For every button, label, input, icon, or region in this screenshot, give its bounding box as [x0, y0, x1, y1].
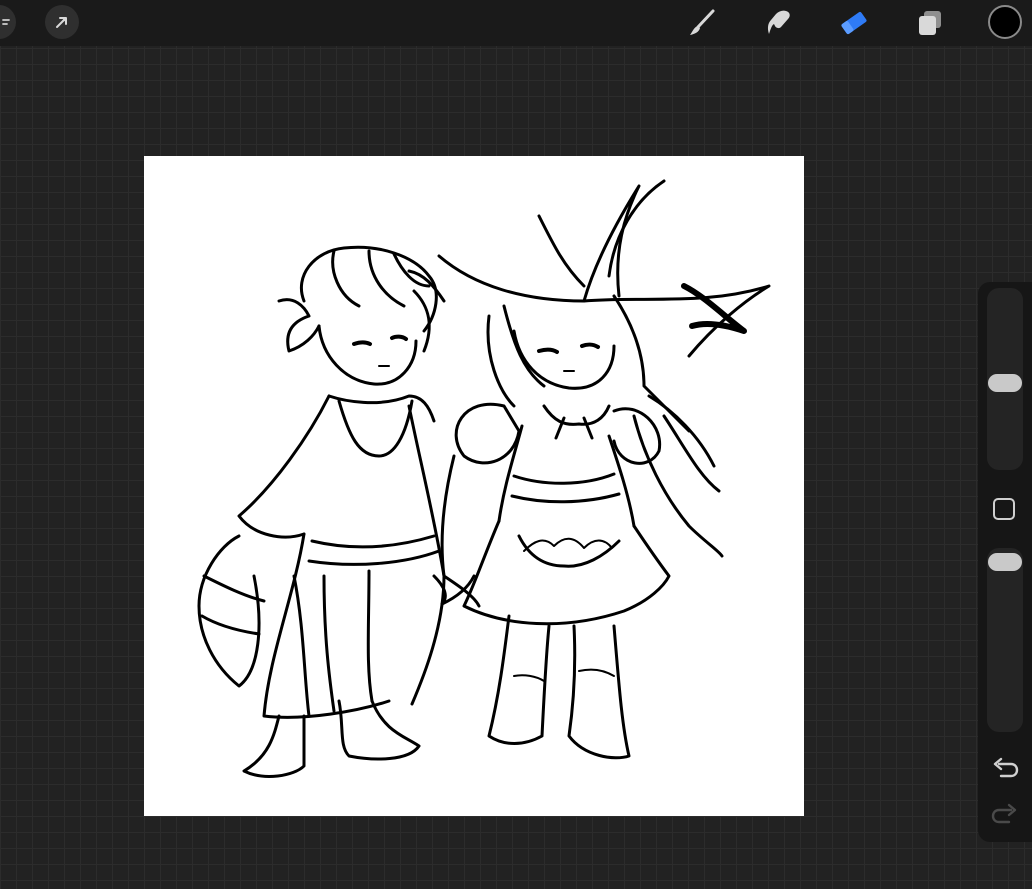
smudge-tool-button[interactable]	[760, 6, 796, 40]
sketch-artwork	[197, 179, 771, 778]
brush-opacity-slider[interactable]	[987, 548, 1023, 732]
adjustments-icon	[2, 19, 10, 25]
top-toolbar	[0, 0, 1032, 46]
smudge-icon	[767, 10, 790, 34]
undo-button[interactable]	[991, 756, 1019, 780]
undo-icon	[993, 757, 1019, 778]
modify-button[interactable]	[993, 498, 1015, 520]
color-picker-button[interactable]	[988, 5, 1022, 39]
brush-tool-button[interactable]	[684, 6, 720, 40]
redo-icon	[991, 803, 1017, 824]
brush-opacity-thumb[interactable]	[988, 553, 1022, 571]
layers-button[interactable]	[912, 6, 948, 40]
eraser-icon	[841, 11, 867, 35]
eraser-tool-button[interactable]	[836, 6, 872, 40]
brush-icon	[690, 9, 715, 35]
brush-size-slider[interactable]	[987, 288, 1023, 470]
redo-button[interactable]	[991, 802, 1019, 826]
layers-icon	[919, 11, 941, 35]
adjustments-button[interactable]	[0, 5, 16, 39]
selection-arrow-icon	[56, 17, 67, 28]
brush-size-thumb[interactable]	[988, 374, 1022, 392]
selection-button[interactable]	[45, 5, 79, 39]
brush-sidebar	[978, 282, 1032, 842]
drawing-canvas[interactable]	[144, 156, 804, 816]
